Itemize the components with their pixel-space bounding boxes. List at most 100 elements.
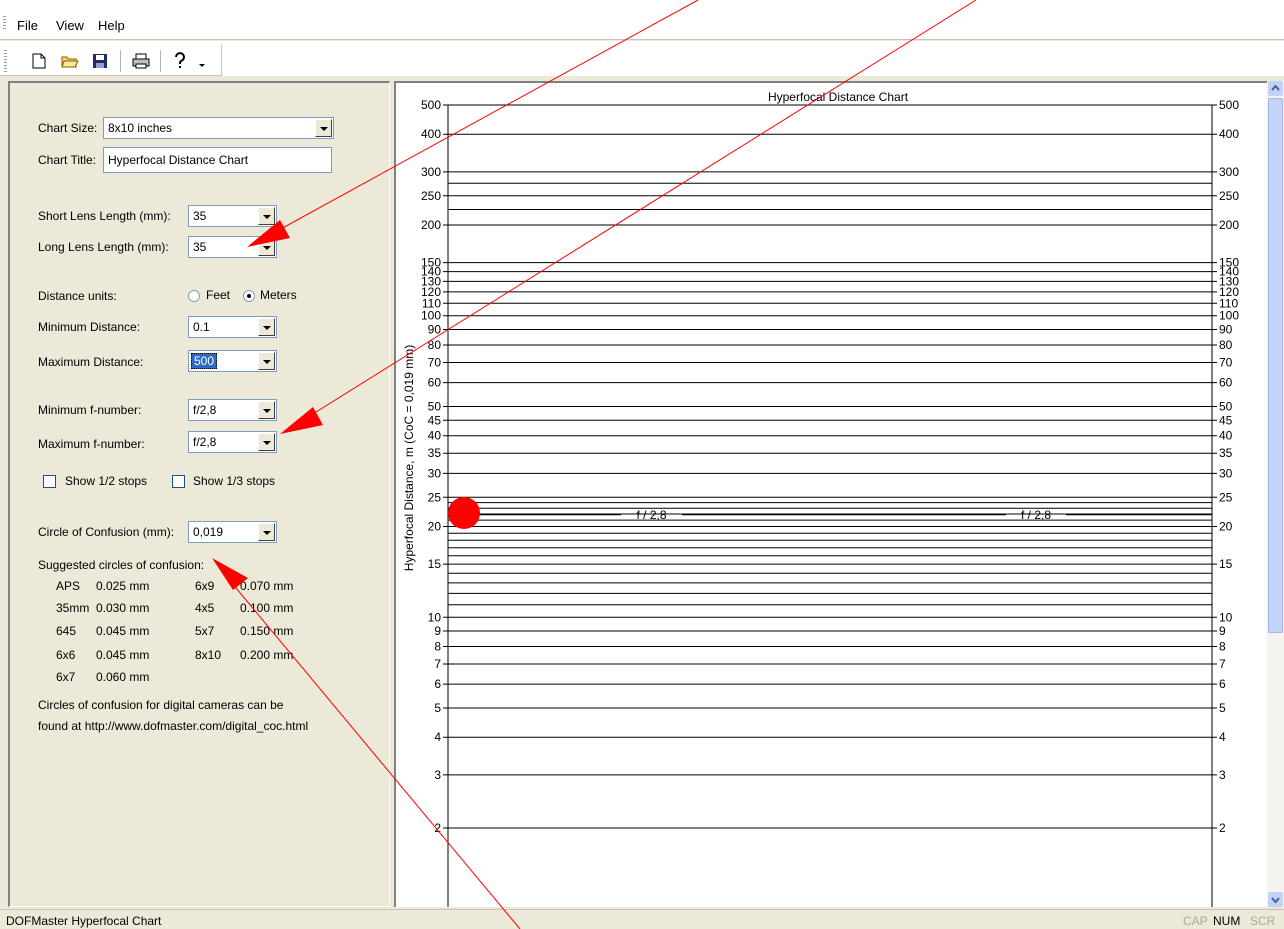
menu-divider <box>0 39 1284 40</box>
half-stops-label[interactable]: Show 1/2 stops <box>65 474 147 488</box>
coc-format: 4x5 <box>195 601 215 615</box>
status-message: DOFMaster Hyperfocal Chart <box>6 914 162 928</box>
toolbar-separator <box>120 50 121 72</box>
tick-label-right: 300 <box>1219 165 1239 179</box>
tick-label-right: 9 <box>1219 624 1226 638</box>
tick-label-right: 5 <box>1219 701 1226 715</box>
toolbar-grip[interactable] <box>4 50 7 72</box>
chevron-down-icon[interactable] <box>258 523 275 541</box>
tick-label-right: 10 <box>1219 610 1233 624</box>
tick-label-right: 80 <box>1219 338 1233 352</box>
tick-label-left: 500 <box>421 98 441 112</box>
toolbar-edge <box>221 45 222 75</box>
menu-bar: File View Help <box>0 0 1284 40</box>
chart-panel[interactable]: Hyperfocal Distance Chart Hyperfocal Dis… <box>394 81 1271 907</box>
tick-label-left: 250 <box>421 189 441 203</box>
meters-label[interactable]: Meters <box>260 288 297 302</box>
scroll-lock-indicator: SCR <box>1250 914 1276 928</box>
chart-title: Hyperfocal Distance Chart <box>768 90 909 104</box>
tick-label-right: 25 <box>1219 490 1233 504</box>
menu-view[interactable]: View <box>56 18 84 33</box>
tick-label-right: 500 <box>1219 98 1239 112</box>
coc-value-text: 0.045 mm <box>96 648 150 662</box>
tick-label-right: 90 <box>1219 323 1233 337</box>
chart-y-axis-label: Hyperfocal Distance, m (CoC = 0,019 mm) <box>402 345 416 571</box>
coc-format: APS <box>56 579 81 593</box>
status-bar: DOFMaster Hyperfocal Chart CAP NUM SCR <box>0 909 1284 929</box>
chart-title-input[interactable]: Hyperfocal Distance Chart <box>103 147 332 173</box>
coc-value: 0,019 <box>193 525 224 539</box>
tick-label-right: 3 <box>1219 768 1226 782</box>
menu-grip[interactable] <box>3 16 6 30</box>
coc-value-text: 0.025 mm <box>96 579 150 593</box>
coc-format: 5x7 <box>195 624 215 638</box>
scroll-thumb[interactable] <box>1268 98 1283 633</box>
tick-label-left: 100 <box>421 309 441 323</box>
chevron-down-icon[interactable] <box>258 433 275 451</box>
tick-label-left: 2 <box>434 821 441 835</box>
max-distance-select[interactable]: 500 <box>188 350 277 372</box>
scroll-down-button[interactable] <box>1268 892 1283 907</box>
print-icon[interactable] <box>130 50 152 72</box>
new-icon[interactable] <box>28 50 50 72</box>
tick-label-left: 400 <box>421 127 441 141</box>
hyperfocal-chart: Hyperfocal Distance Chart Hyperfocal Dis… <box>402 90 1239 907</box>
tick-label-right: 7 <box>1219 657 1226 671</box>
chevron-down-icon[interactable] <box>258 238 275 256</box>
suggested-title: Suggested circles of confusion: <box>38 558 205 572</box>
tick-label-right: 200 <box>1219 218 1239 232</box>
chevron-down-icon[interactable] <box>258 401 275 419</box>
coc-note-line1: Circles of confusion for digital cameras… <box>38 698 284 712</box>
coc-value-text: 0.045 mm <box>96 624 150 638</box>
help-dropdown-arrow-icon[interactable] <box>196 50 208 72</box>
chevron-down-icon[interactable] <box>315 119 332 137</box>
coc-format: 6x6 <box>56 648 76 662</box>
menu-file[interactable]: File <box>17 18 38 33</box>
vertical-scrollbar[interactable] <box>1267 81 1284 907</box>
long-lens-select[interactable]: 35 <box>188 236 277 258</box>
distance-units-label: Distance units: <box>38 289 117 303</box>
tick-label-left: 6 <box>434 677 441 691</box>
tick-label-left: 50 <box>428 400 442 414</box>
tick-label-right: 150 <box>1219 256 1239 270</box>
help-icon[interactable] <box>169 50 191 72</box>
third-stops-label[interactable]: Show 1/3 stops <box>193 474 275 488</box>
min-distance-value: 0.1 <box>193 320 210 334</box>
tick-label-right: 8 <box>1219 639 1226 653</box>
tick-label-left: 90 <box>428 323 442 337</box>
tick-label-left: 40 <box>428 429 442 443</box>
feet-radio[interactable] <box>188 290 200 302</box>
min-fnumber-select[interactable]: f/2,8 <box>188 399 277 421</box>
chevron-down-icon[interactable] <box>258 318 275 336</box>
tick-label-right: 250 <box>1219 189 1239 203</box>
third-stops-checkbox[interactable] <box>172 475 185 488</box>
tick-label-right: 20 <box>1219 519 1233 533</box>
save-icon[interactable] <box>89 50 111 72</box>
chart-size-select[interactable]: 8x10 inches <box>103 117 334 139</box>
feet-label[interactable]: Feet <box>206 288 230 302</box>
coc-value-text: 0.100 mm <box>240 601 294 615</box>
chevron-down-icon[interactable] <box>258 207 275 225</box>
coc-select[interactable]: 0,019 <box>188 521 277 543</box>
meters-radio[interactable] <box>243 290 255 302</box>
tick-label-right: 50 <box>1219 400 1233 414</box>
tick-label-right: 15 <box>1219 557 1233 571</box>
toolbar <box>0 41 1284 76</box>
tick-label-right: 40 <box>1219 429 1233 443</box>
chevron-down-icon[interactable] <box>258 352 275 370</box>
short-lens-select[interactable]: 35 <box>188 205 277 227</box>
tick-label-right: 70 <box>1219 355 1233 369</box>
tick-label-left: 45 <box>428 413 442 427</box>
min-distance-select[interactable]: 0.1 <box>188 316 277 338</box>
max-fnumber-value: f/2,8 <box>193 435 217 449</box>
menu-help[interactable]: Help <box>98 18 125 33</box>
tick-label-right: 30 <box>1219 466 1233 480</box>
coc-format: 8x10 <box>195 648 222 662</box>
tick-label-left: 9 <box>434 624 441 638</box>
toolbar-divider <box>0 75 222 76</box>
max-fnumber-select[interactable]: f/2,8 <box>188 431 277 453</box>
scroll-up-button[interactable] <box>1268 81 1283 96</box>
open-icon[interactable] <box>59 50 81 72</box>
caps-indicator: CAP <box>1183 914 1208 928</box>
half-stops-checkbox[interactable] <box>43 475 56 488</box>
